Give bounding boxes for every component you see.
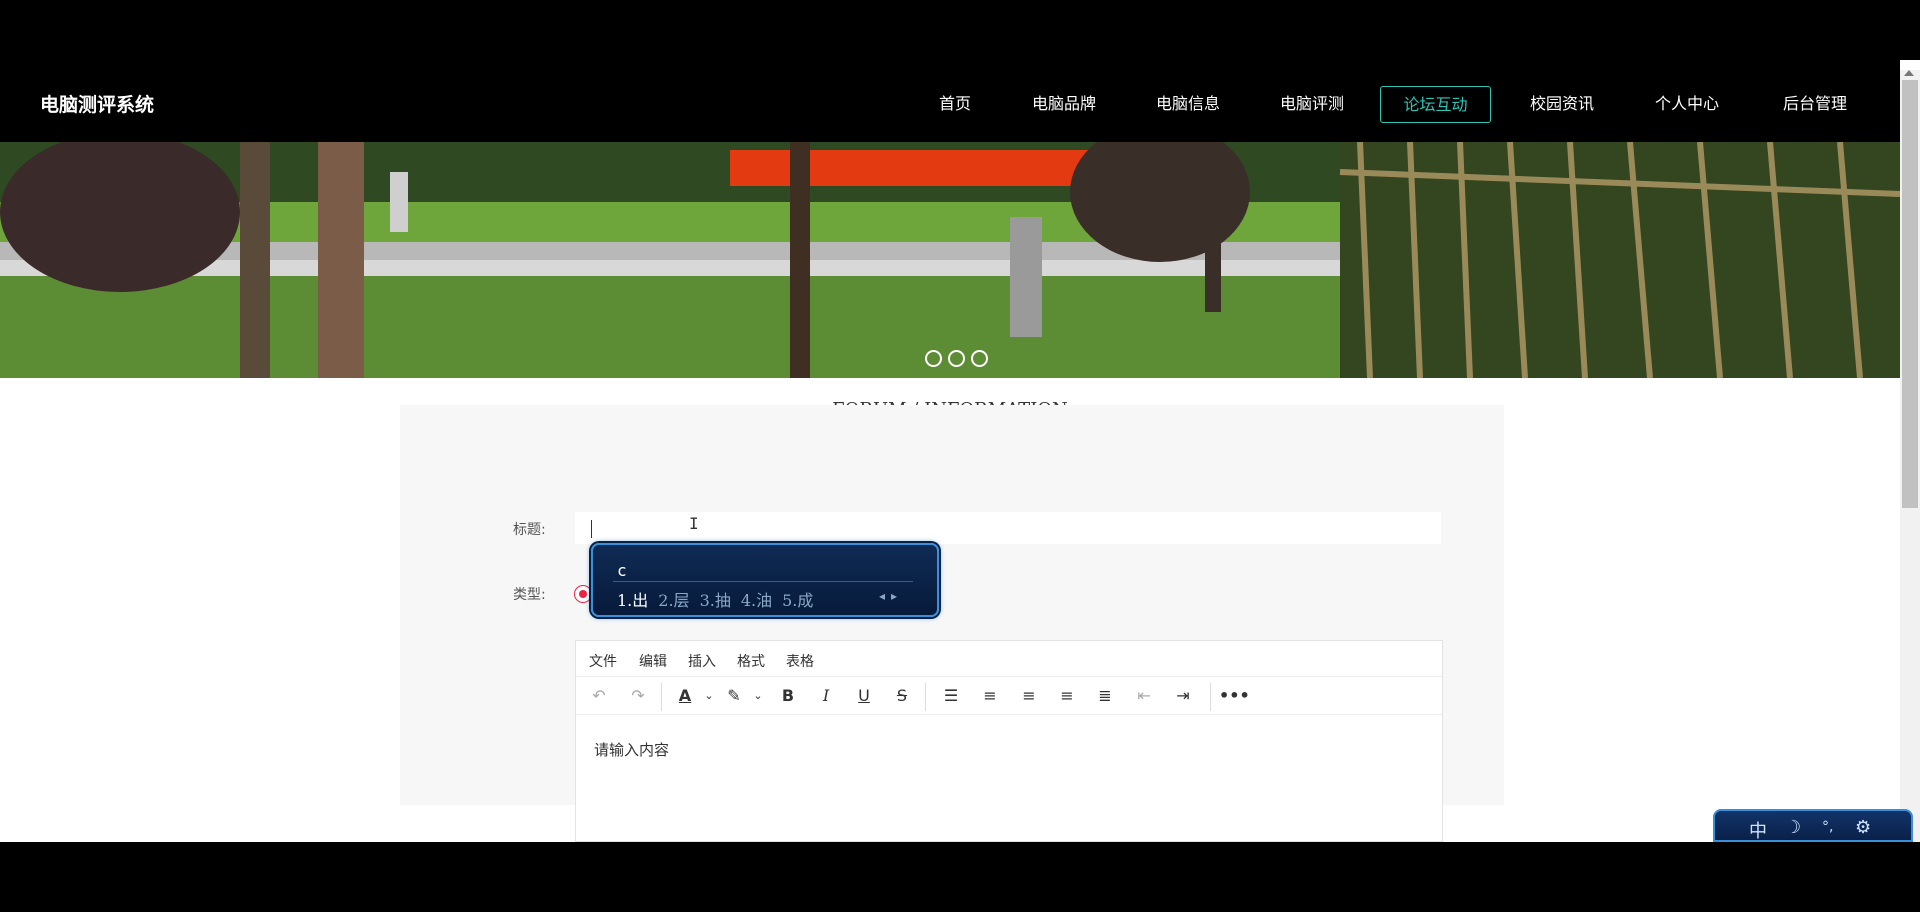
nav-item-computers[interactable]: 电脑信息 [1146,86,1230,123]
indent-icon[interactable]: ⇥ [1170,684,1196,708]
editor-menubar: 文件 编辑 插入 格式 表格 [576,641,1442,677]
type-label: 类型: [513,587,546,603]
ime-candidate-1[interactable]: 1.出 [617,587,648,611]
scroll-up-arrow-icon[interactable] [1904,70,1914,76]
toolbar-divider [925,683,926,711]
ime-page-arrows-icon[interactable]: ◂▸ [879,589,903,603]
banner-carousel [0,142,1900,378]
carousel-dot-1[interactable] [925,350,942,367]
align-justify-icon[interactable]: ≣ [1092,684,1118,708]
ime-candidate-5[interactable]: 5.成 [782,587,813,611]
gear-icon[interactable]: ⚙ [1855,817,1871,838]
nav-item-brands[interactable]: 电脑品牌 [1022,86,1106,123]
navbar: 电脑测评系统 首页 电脑品牌 电脑信息 电脑评测 论坛互动 校园资讯 个人中心 … [0,60,1900,142]
more-icon[interactable]: ••• [1219,684,1250,708]
underline-icon[interactable]: U [851,684,877,708]
italic-icon[interactable]: I [813,684,839,708]
screen: 电脑测评系统 首页 电脑品牌 电脑信息 电脑评测 论坛互动 校园资讯 个人中心 … [0,0,1920,912]
ime-input-text: c [617,561,627,580]
menu-table[interactable]: 表格 [786,651,814,671]
type-radio[interactable] [574,585,592,603]
nav-item-forum[interactable]: 论坛互动 [1380,86,1491,123]
nav-item-home[interactable]: 首页 [920,86,990,123]
nav-item-profile[interactable]: 个人中心 [1645,86,1729,123]
ime-divider [613,581,913,582]
ime-mode-chinese[interactable]: 中 [1749,817,1767,843]
carousel-dot-3[interactable] [971,350,988,367]
text-caret [591,520,592,538]
list-icon[interactable]: ☰ [938,684,964,708]
carousel-dots [925,350,988,367]
highlight-color-icon[interactable]: ✎ [721,684,747,708]
rich-text-editor: 文件 编辑 插入 格式 表格 ↶ ↷ A ⌄ ✎ ⌄ B I U S ☰ ≡ ≡… [575,640,1443,842]
menu-file[interactable]: 文件 [589,651,617,671]
title-label: 标题: [513,522,546,538]
align-center-icon[interactable]: ≡ [1016,684,1042,708]
punctuation-icon[interactable]: °, [1822,819,1833,835]
nav-item-reviews[interactable]: 电脑评测 [1270,86,1354,123]
menu-insert[interactable]: 插入 [688,651,716,671]
carousel-dot-2[interactable] [948,350,965,367]
nav-item-admin[interactable]: 后台管理 [1773,86,1857,123]
font-color-icon[interactable]: A [672,684,698,708]
nav-item-news[interactable]: 校园资讯 [1520,86,1604,123]
banner-image [0,142,1900,378]
bold-icon[interactable]: B [775,684,801,708]
ime-candidates: 1.出 2.层 3.抽 4.油 5.成 [617,587,813,611]
toolbar-divider [1210,683,1211,711]
menu-format[interactable]: 格式 [737,651,765,671]
editor-placeholder[interactable]: 请输入内容 [594,739,669,760]
editor-toolbar: ↶ ↷ A ⌄ ✎ ⌄ B I U S ☰ ≡ ≡ ≡ ≣ ⇤ ⇥ ••• [576,677,1442,715]
ime-status-bar: 中 ☽ °, ⚙ [1713,809,1913,842]
site-brand[interactable]: 电脑测评系统 [40,90,154,117]
ime-candidate-3[interactable]: 3.抽 [700,587,731,611]
ime-candidate-4[interactable]: 4.油 [741,587,772,611]
strikethrough-icon[interactable]: S [889,684,915,708]
moon-icon[interactable]: ☽ [1785,817,1801,838]
ibeam-cursor-icon: I [689,514,699,533]
redo-icon[interactable]: ↷ [625,684,651,708]
outdent-icon[interactable]: ⇤ [1131,684,1157,708]
title-input[interactable] [575,512,1441,544]
undo-icon[interactable]: ↶ [586,684,612,708]
ime-candidate-window: c 1.出 2.层 3.抽 4.油 5.成 ◂▸ [591,543,939,617]
align-right-icon[interactable]: ≡ [1054,684,1080,708]
page-scrollbar[interactable] [1900,70,1920,842]
align-left-icon[interactable]: ≡ [977,684,1003,708]
chevron-down-icon[interactable]: ⌄ [745,684,771,708]
menu-edit[interactable]: 编辑 [639,651,667,671]
scroll-thumb[interactable] [1902,80,1918,508]
toolbar-divider [661,683,662,711]
chevron-down-icon[interactable]: ⌄ [696,684,722,708]
ime-candidate-2[interactable]: 2.层 [658,587,689,611]
